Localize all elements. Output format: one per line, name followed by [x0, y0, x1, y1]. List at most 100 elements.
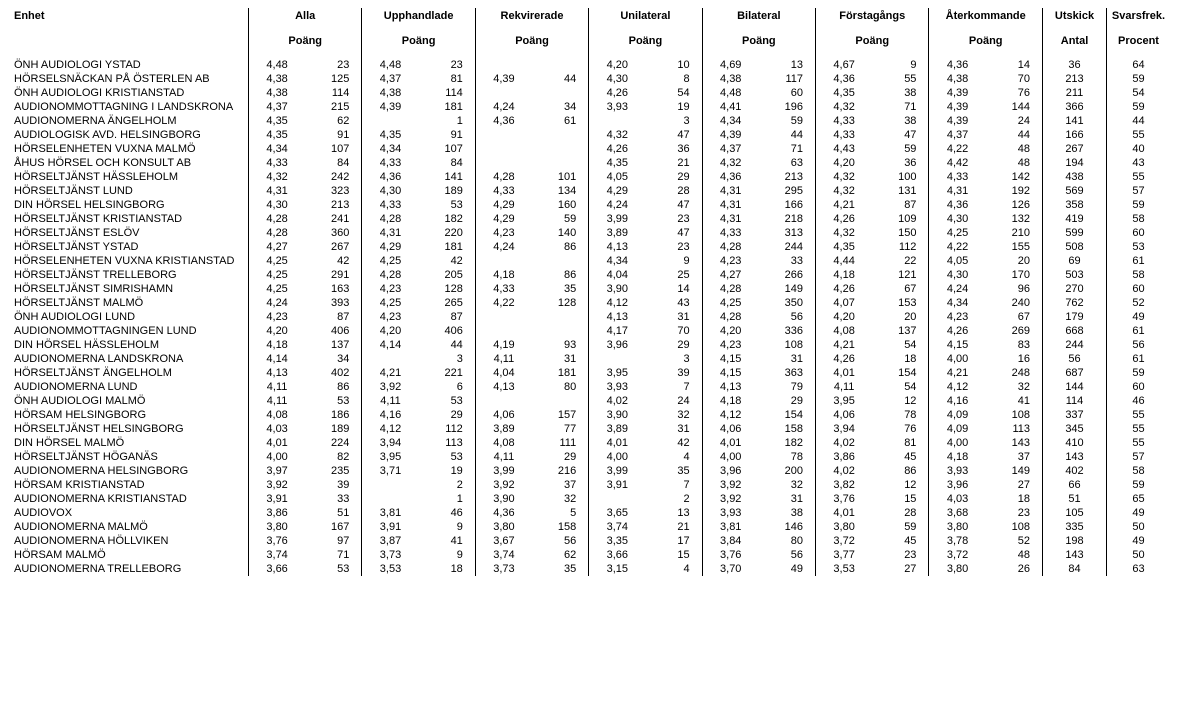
- count-cell: 1: [419, 492, 476, 506]
- count-cell: 235: [305, 464, 362, 478]
- table-row: HÖRSELTJÄNST HÄSSLEHOLM4,322424,361414,2…: [10, 170, 1170, 184]
- sub-poang: Poäng: [929, 34, 1043, 55]
- score-cell: 3,78: [929, 534, 986, 548]
- count-cell: 48: [986, 548, 1043, 562]
- svarsfrek-cell: 58: [1107, 268, 1171, 282]
- count-cell: 132: [986, 212, 1043, 226]
- count-cell: 406: [305, 324, 362, 338]
- count-cell: 9: [645, 254, 702, 268]
- unit-name: AUDIOVOX: [10, 506, 249, 520]
- count-cell: 242: [305, 170, 362, 184]
- score-cell: 4,44: [816, 254, 873, 268]
- score-cell: 3,81: [702, 520, 759, 534]
- score-cell: 4,02: [816, 464, 873, 478]
- score-cell: 4,38: [249, 72, 306, 86]
- score-cell: 4,00: [249, 450, 306, 464]
- count-cell: 32: [986, 380, 1043, 394]
- sub-poang: Poäng: [702, 34, 815, 55]
- utskick-cell: 143: [1043, 548, 1107, 562]
- count-cell: 128: [532, 296, 589, 310]
- table-row: AUDIONOMERNA MALMÖ3,801673,9193,801583,7…: [10, 520, 1170, 534]
- unit-name: HÖRSELTJÄNST HÄSSLEHOLM: [10, 170, 249, 184]
- header-rekvirerade: Rekvirerade: [475, 8, 588, 34]
- unit-name: HÖRSELTJÄNST YSTAD: [10, 240, 249, 254]
- svarsfrek-cell: 54: [1107, 86, 1171, 100]
- score-cell: 4,08: [475, 436, 532, 450]
- count-cell: 113: [986, 422, 1043, 436]
- score-cell: [589, 114, 646, 128]
- sub-poang: Poäng: [475, 34, 588, 55]
- utskick-cell: 270: [1043, 282, 1107, 296]
- count-cell: 14: [645, 282, 702, 296]
- score-cell: 4,05: [589, 170, 646, 184]
- score-cell: 3,93: [589, 380, 646, 394]
- score-cell: 3,96: [702, 464, 759, 478]
- svarsfrek-cell: 49: [1107, 506, 1171, 520]
- count-cell: 181: [419, 100, 476, 114]
- count-cell: 53: [419, 450, 476, 464]
- svarsfrek-cell: 60: [1107, 226, 1171, 240]
- count-cell: 157: [532, 408, 589, 422]
- table-row: ÖNH AUDIOLOGI LUND4,23874,23874,13314,28…: [10, 310, 1170, 324]
- score-cell: 4,31: [249, 184, 306, 198]
- count-cell: 109: [872, 212, 929, 226]
- count-cell: 323: [305, 184, 362, 198]
- count-cell: 29: [419, 408, 476, 422]
- score-cell: 3,53: [816, 562, 873, 576]
- score-cell: 3,95: [816, 394, 873, 408]
- unit-name: AUDIONOMERNA HELSINGBORG: [10, 464, 249, 478]
- count-cell: 37: [532, 478, 589, 492]
- count-cell: 12: [872, 394, 929, 408]
- score-cell: [475, 55, 532, 72]
- count-cell: 224: [305, 436, 362, 450]
- count-cell: [532, 310, 589, 324]
- score-cell: 4,39: [929, 114, 986, 128]
- count-cell: 149: [986, 464, 1043, 478]
- score-cell: 4,12: [702, 408, 759, 422]
- score-cell: 3,89: [589, 422, 646, 436]
- count-cell: 35: [532, 282, 589, 296]
- count-cell: 31: [759, 492, 816, 506]
- count-cell: 160: [532, 198, 589, 212]
- score-cell: 4,37: [362, 72, 419, 86]
- count-cell: 44: [759, 128, 816, 142]
- score-cell: 4,26: [816, 212, 873, 226]
- score-cell: 4,19: [475, 338, 532, 352]
- count-cell: 221: [419, 366, 476, 380]
- count-cell: 56: [759, 548, 816, 562]
- count-cell: 402: [305, 366, 362, 380]
- svarsfrek-cell: 43: [1107, 156, 1171, 170]
- score-cell: 3,35: [589, 534, 646, 548]
- count-cell: 131: [872, 184, 929, 198]
- count-cell: 189: [305, 422, 362, 436]
- score-cell: 4,16: [929, 394, 986, 408]
- count-cell: 56: [532, 534, 589, 548]
- score-cell: 3,70: [702, 562, 759, 576]
- count-cell: 166: [759, 198, 816, 212]
- count-cell: 192: [986, 184, 1043, 198]
- count-cell: 200: [759, 464, 816, 478]
- count-cell: 47: [645, 226, 702, 240]
- score-cell: 4,26: [589, 86, 646, 100]
- score-cell: 4,25: [362, 254, 419, 268]
- score-cell: 4,36: [816, 72, 873, 86]
- count-cell: 44: [419, 338, 476, 352]
- count-cell: 19: [645, 100, 702, 114]
- count-cell: 32: [645, 408, 702, 422]
- count-cell: 25: [645, 268, 702, 282]
- count-cell: 4: [645, 450, 702, 464]
- svarsfrek-cell: 49: [1107, 310, 1171, 324]
- score-cell: 4,34: [589, 254, 646, 268]
- score-cell: 3,95: [362, 450, 419, 464]
- score-cell: 4,11: [249, 394, 306, 408]
- count-cell: 29: [759, 394, 816, 408]
- score-cell: 3,66: [589, 548, 646, 562]
- count-cell: 42: [305, 254, 362, 268]
- count-cell: 121: [872, 268, 929, 282]
- count-cell: 241: [305, 212, 362, 226]
- sub-procent: Procent: [1107, 34, 1171, 55]
- score-cell: 4,00: [929, 352, 986, 366]
- count-cell: 81: [419, 72, 476, 86]
- unit-name: HÖRSELTJÄNST HELSINGBORG: [10, 422, 249, 436]
- table-row: AUDIONOMERNA KRISTIANSTAD3,913313,903223…: [10, 492, 1170, 506]
